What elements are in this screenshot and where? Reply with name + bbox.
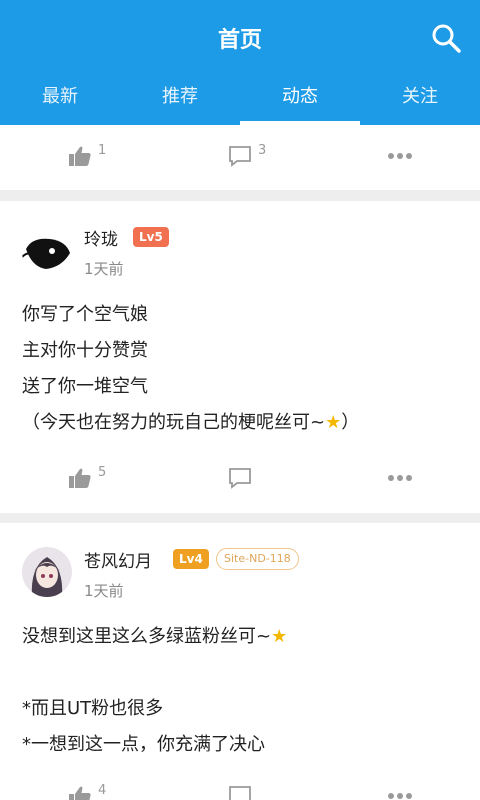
like-button[interactable]: 4 — [68, 783, 107, 800]
more-icon — [388, 793, 412, 799]
content-line: *一想到这一点，你充满了决心 — [22, 734, 265, 755]
level-badge: Lv4 — [173, 549, 209, 569]
avatar[interactable] — [22, 227, 72, 277]
tab-activity[interactable]: 动态 — [240, 74, 360, 125]
author-name[interactable]: 玲珑 — [84, 225, 118, 250]
more-icon — [388, 153, 412, 159]
avatar-image — [22, 547, 72, 597]
tab-bar: 最新 推荐 动态 关注 — [0, 74, 480, 125]
author-name[interactable]: 苍风幻月 — [84, 547, 152, 572]
post-content: 你写了个空气娘 主对你十分赞赏 送了你一堆空气 （今天也在努力的玩自己的梗呢丝可… — [22, 297, 359, 441]
content-line: 你写了个空气娘 — [22, 304, 148, 325]
page-title: 首页 — [217, 28, 262, 53]
like-button[interactable]: 5 — [68, 465, 107, 489]
content-line — [22, 655, 287, 691]
like-count: 4 — [98, 783, 107, 798]
search-icon[interactable] — [430, 22, 462, 54]
comment-count: 3 — [258, 143, 267, 158]
more-icon — [388, 475, 412, 481]
post-content: 没想到这里这么多绿蓝粉丝可~★ *而且UT粉也很多 *一想到这一点，你充满了决心 — [22, 619, 287, 763]
comment-button[interactable]: 3 — [228, 143, 267, 167]
app-bar: 首页 最新 推荐 动态 关注 — [0, 0, 480, 125]
comment-icon — [229, 468, 251, 489]
comment-button[interactable] — [228, 785, 252, 800]
content-line: *而且UT粉也很多 — [22, 698, 164, 719]
post-card: 苍风幻月 Lv4 Site-ND-118 1天前 没想到这里这么多绿蓝粉丝可~★… — [0, 523, 480, 800]
comment-button[interactable] — [228, 467, 252, 489]
content-line: 主对你十分赞赏 — [22, 340, 148, 361]
more-button[interactable] — [388, 145, 412, 161]
avatar-image — [22, 227, 72, 277]
level-badge: Lv5 — [133, 227, 169, 247]
post-card: 1 3 — [0, 125, 480, 190]
content-line: 送了你一堆空气 — [22, 376, 148, 397]
post-time: 1天前 — [84, 260, 124, 278]
comment-icon — [229, 786, 251, 800]
star-icon: ★ — [271, 626, 288, 647]
like-count: 1 — [98, 143, 107, 158]
like-button[interactable]: 1 — [68, 143, 107, 167]
more-button[interactable] — [388, 467, 412, 483]
thumbs-up-icon — [69, 146, 91, 166]
site-badge: Site-ND-118 — [216, 548, 299, 570]
like-count: 5 — [98, 465, 107, 480]
content-line: （今天也在努力的玩自己的梗呢丝可~★） — [22, 412, 360, 433]
comment-icon — [229, 146, 251, 167]
post-time: 1天前 — [84, 582, 124, 600]
tab-recommended[interactable]: 推荐 — [120, 74, 240, 125]
thumbs-up-icon — [69, 786, 91, 800]
tab-latest[interactable]: 最新 — [0, 74, 120, 125]
post-card: 玲珑 Lv5 1天前 你写了个空气娘 主对你十分赞赏 送了你一堆空气 （今天也在… — [0, 201, 480, 513]
more-button[interactable] — [388, 785, 412, 800]
post-actions: 4 — [0, 783, 480, 800]
avatar[interactable] — [22, 547, 72, 597]
content-line: 没想到这里这么多绿蓝粉丝可~★ — [22, 626, 288, 647]
post-actions: 5 — [0, 465, 480, 507]
star-icon: ★ — [325, 412, 342, 433]
post-actions: 1 3 — [0, 143, 480, 185]
tab-following[interactable]: 关注 — [360, 74, 480, 125]
thumbs-up-icon — [69, 468, 91, 488]
